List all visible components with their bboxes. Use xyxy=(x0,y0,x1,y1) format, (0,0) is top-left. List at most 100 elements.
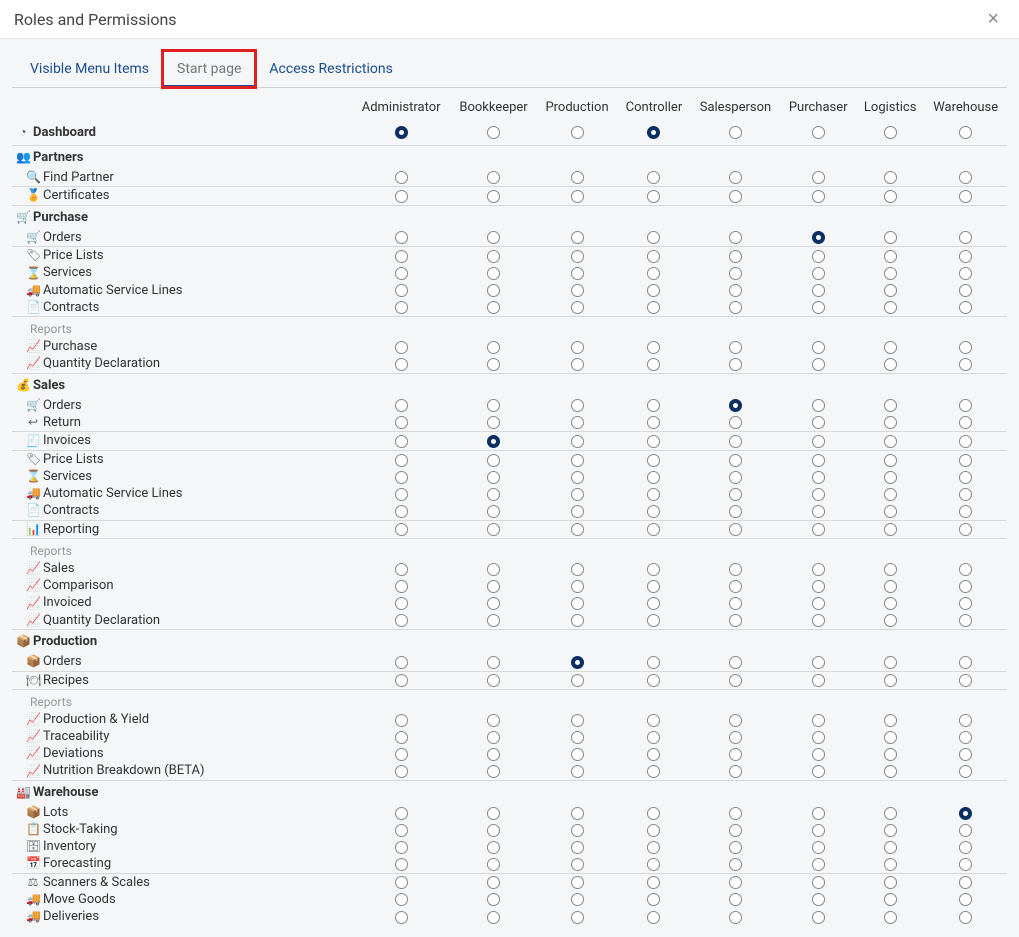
radio-warehouse-invoices[interactable] xyxy=(959,435,972,448)
radio-salesperson-deliveries[interactable] xyxy=(729,911,742,924)
radio-bookkeeper-deviations[interactable] xyxy=(487,748,500,761)
radio-administrator-production-yield[interactable] xyxy=(395,714,408,727)
radio-production-purchase[interactable] xyxy=(571,341,584,354)
radio-production-nutrition-breakdown-beta-[interactable] xyxy=(571,765,584,778)
radio-logistics-contracts[interactable] xyxy=(884,505,897,518)
radio-logistics-find-partner[interactable] xyxy=(884,171,897,184)
radio-logistics-quantity-declaration[interactable] xyxy=(884,358,897,371)
radio-administrator-contracts[interactable] xyxy=(395,301,408,314)
radio-salesperson-purchase[interactable] xyxy=(729,341,742,354)
radio-controller-price-lists[interactable] xyxy=(647,454,660,467)
radio-purchaser-orders[interactable] xyxy=(812,231,825,244)
radio-bookkeeper-services[interactable] xyxy=(487,471,500,484)
radio-bookkeeper-services[interactable] xyxy=(487,267,500,280)
radio-warehouse-reporting[interactable] xyxy=(959,523,972,536)
radio-production-inventory[interactable] xyxy=(571,841,584,854)
radio-salesperson-reporting[interactable] xyxy=(729,523,742,536)
radio-controller-deviations[interactable] xyxy=(647,748,660,761)
radio-salesperson-production-yield[interactable] xyxy=(729,714,742,727)
radio-logistics-deviations[interactable] xyxy=(884,748,897,761)
radio-administrator-deliveries[interactable] xyxy=(395,911,408,924)
radio-purchaser-automatic-service-lines[interactable] xyxy=(812,284,825,297)
radio-logistics-automatic-service-lines[interactable] xyxy=(884,284,897,297)
radio-purchaser-certificates[interactable] xyxy=(812,190,825,203)
radio-controller-scanners-scales[interactable] xyxy=(647,876,660,889)
radio-salesperson-nutrition-breakdown-beta-[interactable] xyxy=(729,765,742,778)
radio-salesperson-services[interactable] xyxy=(729,471,742,484)
radio-controller-contracts[interactable] xyxy=(647,505,660,518)
radio-salesperson-orders[interactable] xyxy=(729,231,742,244)
radio-warehouse-forecasting[interactable] xyxy=(959,858,972,871)
radio-purchaser-scanners-scales[interactable] xyxy=(812,876,825,889)
radio-warehouse-move-goods[interactable] xyxy=(959,893,972,906)
radio-production-orders[interactable] xyxy=(571,656,584,669)
radio-salesperson-dashboard[interactable] xyxy=(729,126,742,139)
radio-warehouse-dashboard[interactable] xyxy=(959,126,972,139)
radio-production-contracts[interactable] xyxy=(571,505,584,518)
radio-administrator-forecasting[interactable] xyxy=(395,858,408,871)
radio-warehouse-sales[interactable] xyxy=(959,563,972,576)
radio-salesperson-automatic-service-lines[interactable] xyxy=(729,284,742,297)
radio-salesperson-orders[interactable] xyxy=(729,656,742,669)
radio-bookkeeper-invoiced[interactable] xyxy=(487,597,500,610)
radio-logistics-orders[interactable] xyxy=(884,231,897,244)
radio-salesperson-price-lists[interactable] xyxy=(729,250,742,263)
radio-logistics-stock-taking[interactable] xyxy=(884,824,897,837)
radio-production-services[interactable] xyxy=(571,267,584,280)
radio-logistics-forecasting[interactable] xyxy=(884,858,897,871)
radio-logistics-quantity-declaration[interactable] xyxy=(884,614,897,627)
radio-production-move-goods[interactable] xyxy=(571,893,584,906)
radio-production-automatic-service-lines[interactable] xyxy=(571,488,584,501)
radio-administrator-orders[interactable] xyxy=(395,399,408,412)
radio-logistics-comparison[interactable] xyxy=(884,580,897,593)
radio-warehouse-deviations[interactable] xyxy=(959,748,972,761)
radio-administrator-price-lists[interactable] xyxy=(395,250,408,263)
radio-logistics-price-lists[interactable] xyxy=(884,250,897,263)
radio-warehouse-return[interactable] xyxy=(959,416,972,429)
radio-logistics-lots[interactable] xyxy=(884,807,897,820)
radio-controller-orders[interactable] xyxy=(647,231,660,244)
radio-salesperson-price-lists[interactable] xyxy=(729,454,742,467)
radio-administrator-quantity-declaration[interactable] xyxy=(395,358,408,371)
radio-logistics-certificates[interactable] xyxy=(884,190,897,203)
radio-production-automatic-service-lines[interactable] xyxy=(571,284,584,297)
radio-salesperson-scanners-scales[interactable] xyxy=(729,876,742,889)
radio-purchaser-sales[interactable] xyxy=(812,563,825,576)
radio-controller-certificates[interactable] xyxy=(647,190,660,203)
radio-administrator-return[interactable] xyxy=(395,416,408,429)
radio-production-forecasting[interactable] xyxy=(571,858,584,871)
radio-controller-automatic-service-lines[interactable] xyxy=(647,488,660,501)
radio-logistics-nutrition-breakdown-beta-[interactable] xyxy=(884,765,897,778)
radio-production-invoiced[interactable] xyxy=(571,597,584,610)
radio-controller-forecasting[interactable] xyxy=(647,858,660,871)
radio-logistics-services[interactable] xyxy=(884,471,897,484)
radio-production-orders[interactable] xyxy=(571,231,584,244)
radio-salesperson-invoiced[interactable] xyxy=(729,597,742,610)
radio-controller-orders[interactable] xyxy=(647,656,660,669)
radio-warehouse-lots[interactable] xyxy=(959,807,972,820)
radio-bookkeeper-comparison[interactable] xyxy=(487,580,500,593)
radio-salesperson-invoices[interactable] xyxy=(729,435,742,448)
radio-administrator-move-goods[interactable] xyxy=(395,893,408,906)
radio-bookkeeper-contracts[interactable] xyxy=(487,505,500,518)
radio-administrator-certificates[interactable] xyxy=(395,190,408,203)
radio-production-price-lists[interactable] xyxy=(571,250,584,263)
radio-administrator-quantity-declaration[interactable] xyxy=(395,614,408,627)
radio-purchaser-stock-taking[interactable] xyxy=(812,824,825,837)
radio-logistics-orders[interactable] xyxy=(884,656,897,669)
radio-controller-automatic-service-lines[interactable] xyxy=(647,284,660,297)
radio-administrator-comparison[interactable] xyxy=(395,580,408,593)
radio-salesperson-contracts[interactable] xyxy=(729,505,742,518)
radio-purchaser-reporting[interactable] xyxy=(812,523,825,536)
radio-controller-lots[interactable] xyxy=(647,807,660,820)
radio-bookkeeper-automatic-service-lines[interactable] xyxy=(487,488,500,501)
radio-warehouse-quantity-declaration[interactable] xyxy=(959,614,972,627)
radio-controller-inventory[interactable] xyxy=(647,841,660,854)
radio-administrator-lots[interactable] xyxy=(395,807,408,820)
radio-controller-traceability[interactable] xyxy=(647,731,660,744)
radio-purchaser-price-lists[interactable] xyxy=(812,250,825,263)
radio-purchaser-forecasting[interactable] xyxy=(812,858,825,871)
radio-bookkeeper-nutrition-breakdown-beta-[interactable] xyxy=(487,765,500,778)
radio-controller-return[interactable] xyxy=(647,416,660,429)
radio-warehouse-quantity-declaration[interactable] xyxy=(959,358,972,371)
